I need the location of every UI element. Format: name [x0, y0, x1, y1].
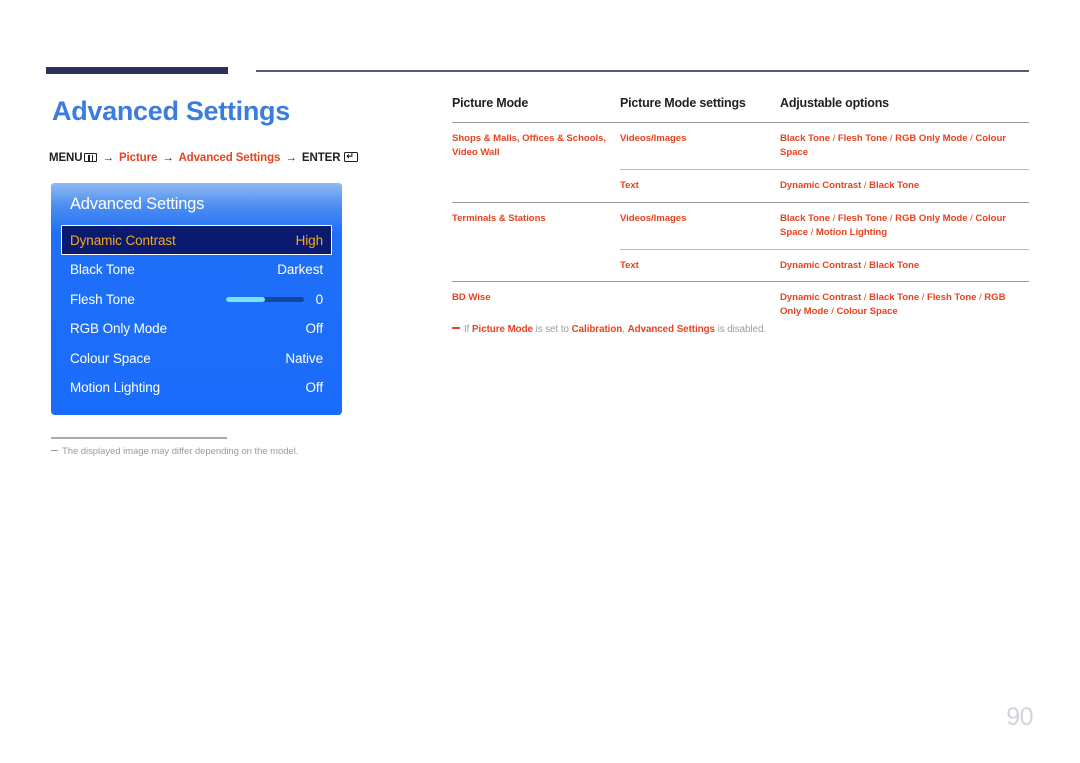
cell-picture-mode-settings: Videos/Images [620, 122, 780, 170]
osd-row-black-tone[interactable]: Black Tone Darkest [70, 255, 323, 285]
cell-picture-mode [452, 249, 620, 282]
cell-picture-mode-settings: Text [620, 168, 780, 203]
osd-row-value: Darkest [277, 262, 323, 278]
table-note-dash-icon [452, 327, 460, 329]
osd-panel-title: Advanced Settings [70, 195, 205, 213]
th-picture-mode: Picture Mode [452, 96, 529, 110]
table-note-part1: If [464, 324, 473, 335]
table-note-part2: is set to [532, 324, 572, 335]
table-row: Text Dynamic Contrast / Black Tone [452, 168, 1029, 203]
cell-adjustable-options: Dynamic Contrast / Black Tone [780, 248, 1029, 282]
cell-adjustable-options: Black Tone / Flesh Tone / RGB Only Mode … [780, 201, 1029, 250]
flesh-tone-slider-fill [225, 296, 265, 302]
table-body: Shops & Malls, Offices & Schools, Video … [452, 122, 1029, 329]
osd-row-value: 0 [315, 291, 324, 307]
left-column: Advanced Settings MENU → Picture → Advanc… [0, 0, 440, 763]
osd-row-value: High [295, 232, 323, 248]
th-picture-mode-settings: Picture Mode settings [620, 96, 746, 110]
table-note-bold-advanced-settings: Advanced Settings [627, 324, 715, 335]
osd-row-label: RGB Only Mode [70, 321, 167, 337]
osd-row-label: Dynamic Contrast [70, 232, 176, 248]
picture-mode-table: Picture Mode Picture Mode settings Adjus… [452, 96, 1029, 329]
image-note: The displayed image may differ depending… [51, 446, 298, 457]
osd-row-label: Motion Lighting [70, 380, 161, 396]
osd-row-value: Native [285, 350, 323, 366]
osd-row-label: Flesh Tone [70, 291, 135, 307]
table-header-row: Picture Mode Picture Mode settings Adjus… [452, 96, 1029, 123]
table-row: Terminals & Stations Videos/Images Black T… [452, 201, 1029, 250]
flesh-tone-slider[interactable] [225, 296, 304, 302]
breadcrumb-step-advanced-settings[interactable]: Advanced Settings [178, 152, 280, 164]
cell-adjustable-options: Black Tone / Flesh Tone / RGB Only Mode … [780, 122, 1029, 170]
th-adjustable-options: Adjustable options [780, 96, 889, 110]
breadcrumb-arrow-3: → [285, 152, 297, 164]
breadcrumb-arrow-2: → [162, 152, 174, 164]
table-row: Text Dynamic Contrast / Black Tone [452, 248, 1029, 282]
table-note: If Picture Mode is set to Calibration, A… [452, 324, 1029, 335]
cell-picture-mode: Shops & Malls, Offices & Schools, Video … [452, 122, 620, 170]
table-head: Picture Mode Picture Mode settings Adjus… [452, 96, 1029, 123]
osd-menu-list: Dynamic Contrast High Black Tone Darkest Fle… [51, 225, 342, 403]
page-number: 90 [1006, 703, 1033, 731]
table-note-bold-calibration: Calibration [571, 324, 623, 335]
osd-row-rgb-only-mode[interactable]: RGB Only Mode Off [70, 314, 323, 344]
breadcrumb-arrow-1: → [102, 152, 114, 164]
breadcrumb-step-picture[interactable]: Picture [119, 152, 157, 164]
table-note-bold-picture-mode: Picture Mode [472, 324, 533, 335]
osd-row-value: Off [305, 380, 324, 396]
menu-grid-icon [84, 153, 98, 162]
page-title: Advanced Settings [52, 96, 290, 126]
osd-row-flesh-tone[interactable]: Flesh Tone 0 [70, 285, 323, 315]
osd-panel: Advanced Settings Dynamic Contrast High Bl… [51, 183, 342, 415]
image-note-rule [51, 437, 227, 439]
note-dash-icon [51, 449, 58, 451]
osd-row-dynamic-contrast[interactable]: Dynamic Contrast High [61, 225, 332, 255]
image-note-text: The displayed image may differ depending… [62, 446, 299, 457]
cell-picture-mode: Terminals & Stations [452, 201, 620, 250]
table-row: Shops & Malls, Offices & Schools, Video … [452, 122, 1029, 170]
cell-picture-mode [452, 169, 620, 202]
table-row: BD Wise Dynamic Contrast / Black Tone / F… [452, 281, 1029, 329]
osd-row-label: Black Tone [70, 262, 135, 278]
osd-row-motion-lighting[interactable]: Motion Lighting Off [70, 373, 323, 403]
cell-adjustable-options: Dynamic Contrast / Black Tone [780, 168, 1029, 203]
cell-picture-mode-settings: Text [620, 248, 780, 282]
cell-adjustable-options: Dynamic Contrast / Black Tone / Flesh To… [780, 281, 1029, 329]
osd-row-colour-space[interactable]: Colour Space Native [70, 344, 323, 374]
osd-row-slider-wrap: 0 [225, 291, 324, 307]
breadcrumb: MENU → Picture → Advanced Settings → ENTE… [49, 152, 359, 164]
cell-picture-mode-settings: Videos/Images [620, 201, 780, 250]
osd-row-value: Off [305, 321, 324, 337]
cell-picture-mode-settings [620, 281, 780, 329]
picture-mode-table-wrap: Picture Mode Picture Mode settings Adjus… [452, 96, 1029, 329]
cell-picture-mode: BD Wise [452, 281, 620, 329]
table-note-part4: is disabled. [714, 324, 767, 335]
enter-key-icon: ↵ [344, 152, 359, 162]
osd-row-label: Colour Space [70, 350, 151, 366]
breadcrumb-enter-label: ENTER [301, 152, 341, 164]
breadcrumb-menu-label: MENU [49, 152, 83, 164]
